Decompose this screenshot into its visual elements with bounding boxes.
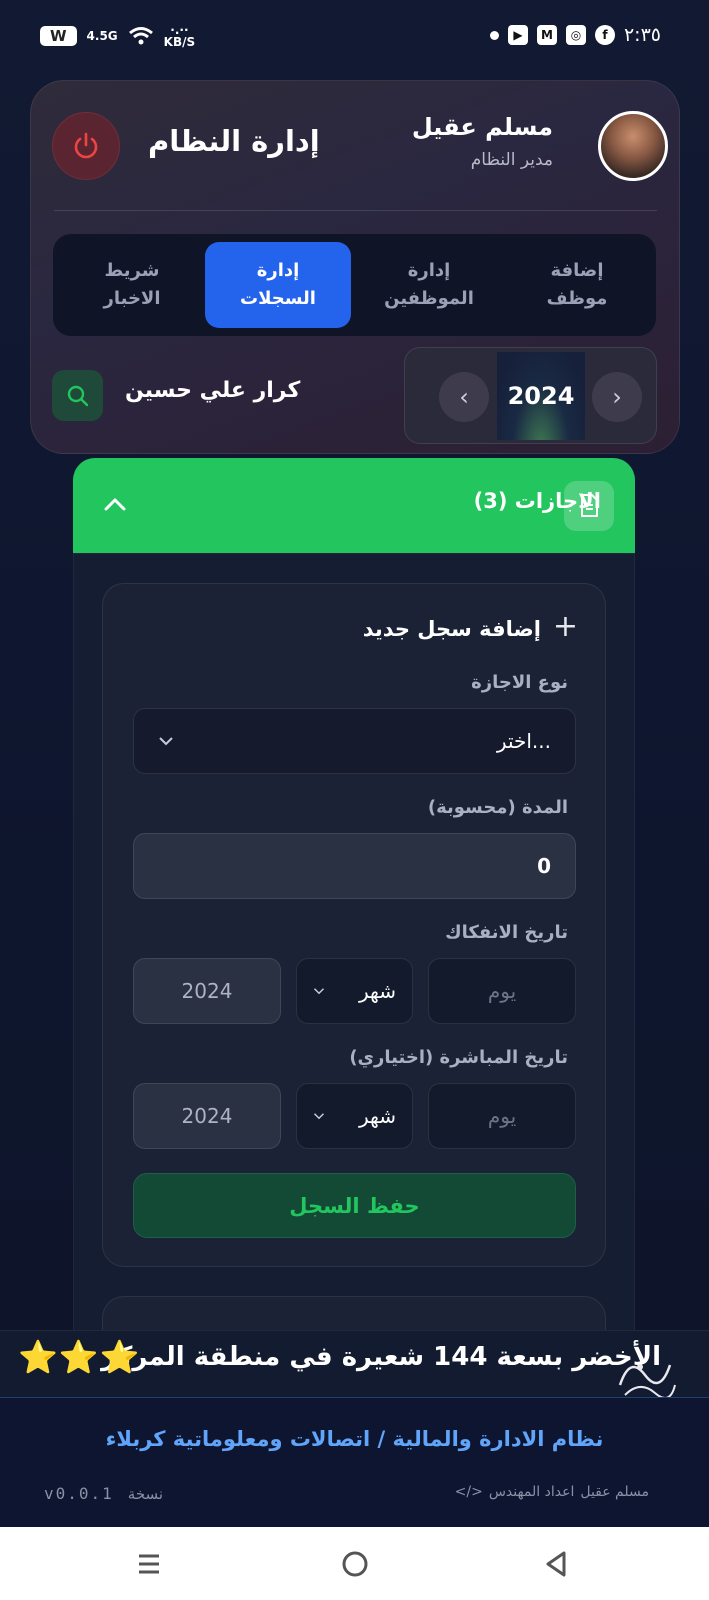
status-bar: W 4.5G ·.·· KB/S ▶ M ◎ f ٢:٣٥ bbox=[0, 0, 709, 66]
tab-add-employee[interactable]: إضافة موظف bbox=[504, 242, 650, 328]
net-speed-unit: KB/S bbox=[163, 35, 196, 49]
leave-date-label: تاريخ الانفكاك bbox=[445, 922, 568, 943]
tab-manage-records[interactable]: إدارة السجلات bbox=[205, 242, 351, 328]
year-selector: › 2024 ‹ bbox=[404, 347, 657, 444]
back-icon[interactable] bbox=[540, 1547, 574, 1581]
logout-button[interactable] bbox=[52, 112, 120, 180]
chevron-down-icon bbox=[313, 988, 325, 995]
accordion-title: الاجازات (3) bbox=[473, 489, 601, 513]
net-speed: ·.·· KB/S bbox=[164, 24, 195, 48]
leave-year-field[interactable]: 2024 bbox=[133, 958, 281, 1024]
footer-title: نظام الادارة والمالية / اتصالات ومعلومات… bbox=[105, 1427, 604, 1451]
facebook-icon: f bbox=[594, 25, 615, 45]
start-day-placeholder: يوم bbox=[487, 1104, 517, 1128]
start-year-value: 2024 bbox=[181, 1104, 233, 1128]
leave-type-select[interactable]: اختر... bbox=[133, 708, 576, 774]
leave-year-value: 2024 bbox=[181, 979, 233, 1003]
leave-month-select[interactable]: شهر bbox=[296, 958, 413, 1024]
tab-manage-employees[interactable]: إدارة الموظفين bbox=[356, 242, 502, 328]
user-role: مدير النظام bbox=[470, 150, 553, 170]
avatar[interactable] bbox=[598, 111, 668, 181]
version-value: v0.0.1 bbox=[44, 1484, 114, 1503]
credit-name: مسلم عقيل bbox=[580, 1484, 649, 1500]
instagram-icon: ◎ bbox=[565, 25, 586, 45]
calligraphy-logo bbox=[618, 1364, 676, 1399]
chevron-down-icon bbox=[313, 1113, 325, 1120]
prev-year-button[interactable]: ‹ bbox=[439, 372, 489, 422]
star-icons: ⭐⭐⭐ bbox=[18, 1338, 141, 1376]
tab-bar: إضافة موظف إدارة الموظفين إدارة السجلات … bbox=[53, 234, 656, 336]
duration-field: 0 bbox=[133, 833, 576, 899]
header-divider bbox=[54, 210, 657, 211]
ticker-text: الأخضر بسعة 144 شعيرة في منطقة المركز bbox=[101, 1342, 661, 1372]
duration-value: 0 bbox=[537, 854, 551, 878]
status-right: ▶ M ◎ f ٢:٣٥ bbox=[489, 24, 661, 46]
recent-apps-icon[interactable] bbox=[132, 1547, 166, 1581]
power-icon bbox=[74, 132, 98, 159]
year-display: 2024 bbox=[497, 352, 585, 440]
footer-version: v0.0.1 نسخة bbox=[44, 1484, 163, 1503]
network-type: 4.5G bbox=[86, 29, 118, 43]
add-record-title: إضافة سجل جديد bbox=[362, 617, 541, 641]
chevron-left-icon: ‹ bbox=[459, 383, 469, 411]
youtube-icon: ▶ bbox=[507, 25, 528, 45]
gmail-icon: M bbox=[536, 25, 557, 45]
chevron-right-icon: › bbox=[612, 383, 622, 411]
next-year-button[interactable]: › bbox=[592, 372, 642, 422]
status-left: W 4.5G ·.·· KB/S bbox=[40, 24, 195, 48]
leave-day-input[interactable]: يوم bbox=[428, 958, 576, 1024]
system-nav-bar bbox=[0, 1527, 709, 1600]
plus-icon: + bbox=[552, 609, 578, 644]
tab-news-ticker[interactable]: شريط الاخبار bbox=[59, 242, 205, 328]
user-name: مسلم عقيل bbox=[411, 113, 553, 141]
search-icon bbox=[67, 385, 88, 406]
chevron-up-icon[interactable] bbox=[100, 490, 130, 520]
home-icon[interactable] bbox=[338, 1547, 372, 1581]
search-button[interactable] bbox=[52, 370, 103, 421]
leave-day-placeholder: يوم bbox=[487, 979, 517, 1003]
leave-month-value: شهر bbox=[358, 979, 396, 1003]
footer-credit: </> اعداد المهندس مسلم عقيل bbox=[455, 1484, 649, 1500]
duration-label: المدة (محسوبة) bbox=[427, 797, 568, 818]
leave-type-value: اختر... bbox=[496, 729, 551, 753]
start-date-label: تاريخ المباشرة (اختياري) bbox=[349, 1047, 568, 1068]
wifi-icon bbox=[128, 27, 153, 45]
code-icon: </> bbox=[454, 1484, 483, 1500]
start-month-select[interactable]: شهر bbox=[296, 1083, 413, 1149]
start-month-value: شهر bbox=[358, 1104, 396, 1128]
page-title: إدارة النظام bbox=[148, 124, 320, 158]
employee-name: كرار علي حسين bbox=[125, 378, 301, 403]
clock: ٢:٣٥ bbox=[623, 24, 661, 46]
save-record-button[interactable]: حفظ السجل bbox=[133, 1173, 576, 1238]
leave-type-label: نوع الاجازة bbox=[471, 672, 568, 693]
footer bbox=[0, 1397, 709, 1527]
version-label: نسخة bbox=[127, 1484, 164, 1503]
credit-prefix: اعداد المهندس bbox=[488, 1484, 575, 1500]
start-year-field[interactable]: 2024 bbox=[133, 1083, 281, 1149]
notification-dot-icon bbox=[489, 30, 499, 40]
start-day-input[interactable]: يوم bbox=[428, 1083, 576, 1149]
carrier-badge: W bbox=[40, 26, 77, 46]
chevron-down-icon bbox=[159, 737, 173, 746]
